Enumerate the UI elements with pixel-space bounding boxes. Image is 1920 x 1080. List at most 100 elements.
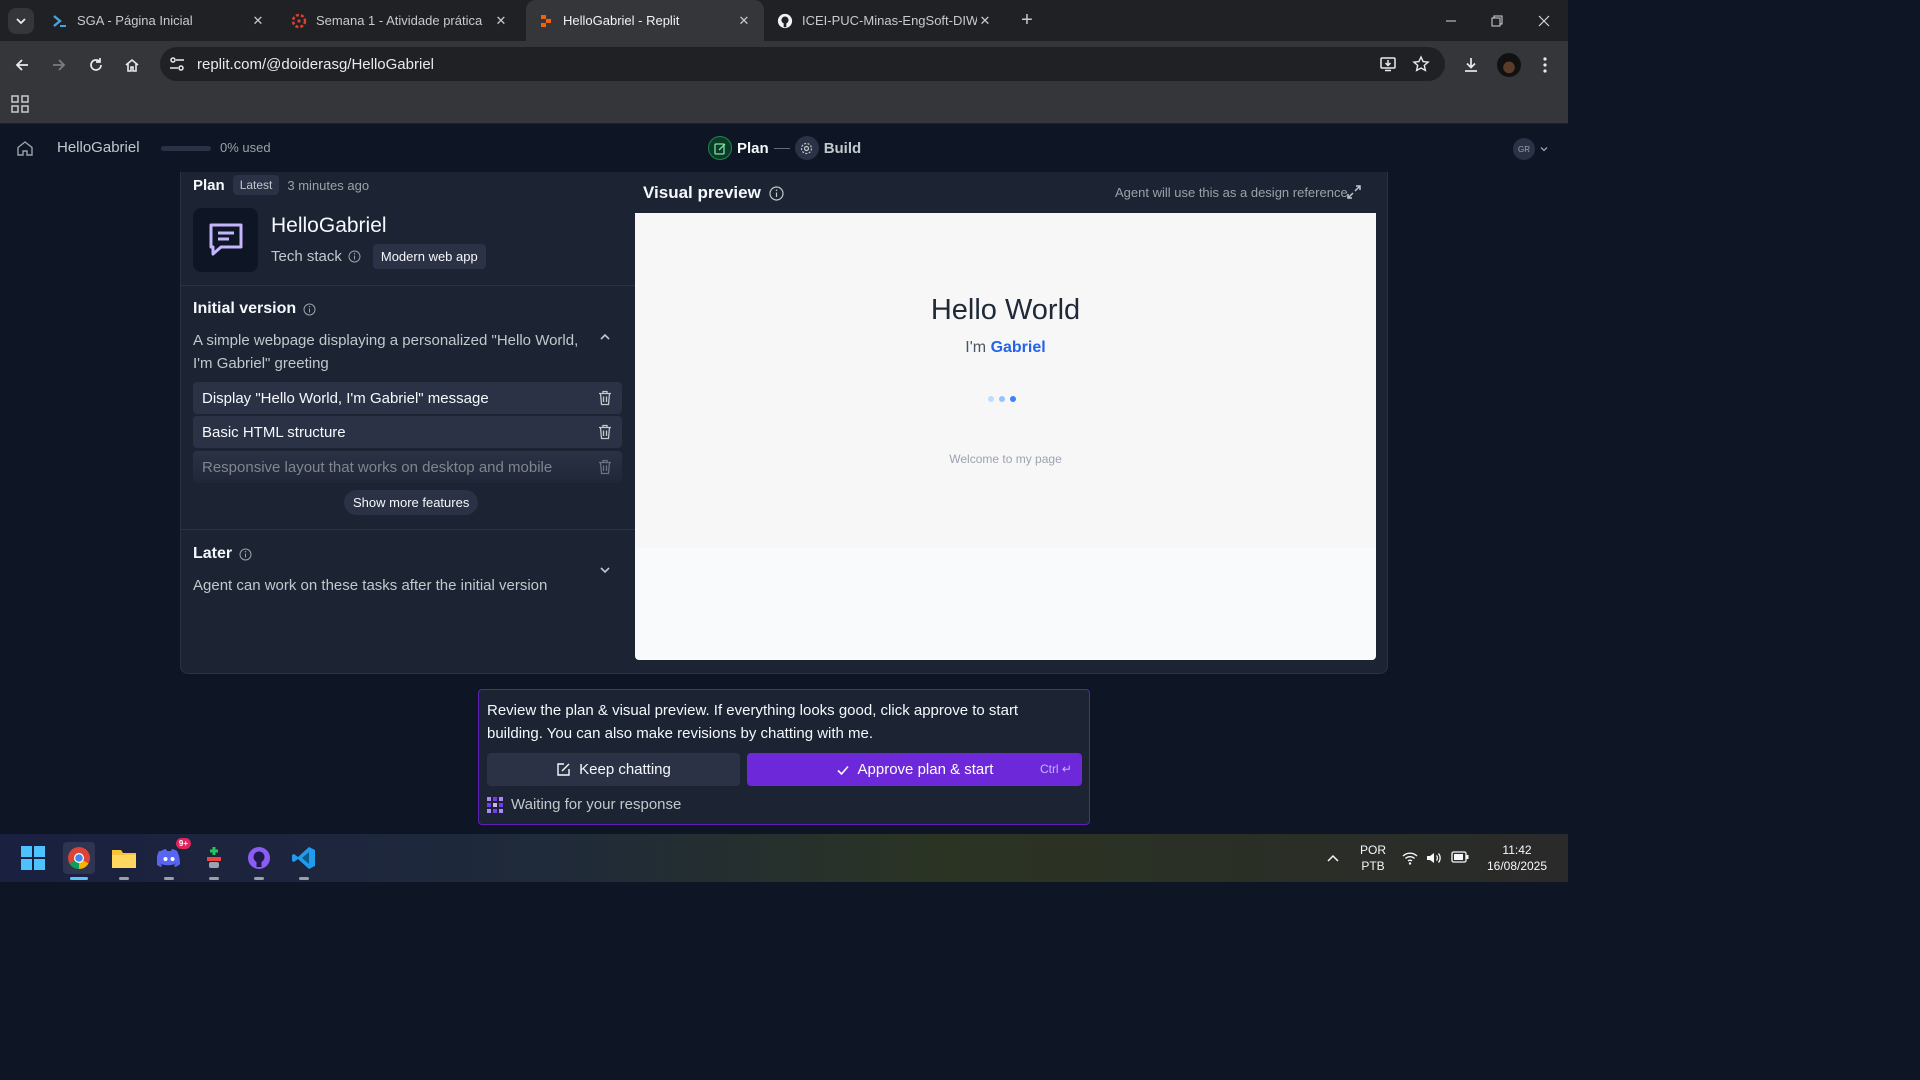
browser-tab-github[interactable]: ICEI-PUC-Minas-EngSoft-DIW/t ✕ xyxy=(765,0,1005,41)
preview-loading-dots xyxy=(988,396,1016,402)
info-icon[interactable] xyxy=(239,548,252,561)
replit-header: HelloGabriel 0% used Plan Build GR xyxy=(0,124,1568,172)
app-name: HelloGabriel xyxy=(271,214,387,237)
reload-icon xyxy=(90,58,102,71)
close-tab-icon[interactable]: ✕ xyxy=(250,13,266,29)
site-info-icon[interactable] xyxy=(168,55,186,73)
install-app-icon[interactable] xyxy=(1379,55,1397,73)
app-tool-icon xyxy=(207,847,221,868)
approve-plan-button[interactable]: Approve plan & start Ctrl ↵ xyxy=(747,753,1082,786)
keyboard-layout: PTB xyxy=(1361,859,1385,873)
bookmark-star-icon[interactable] xyxy=(1412,55,1430,73)
chat-message-icon xyxy=(209,223,242,256)
arrow-left-icon xyxy=(15,59,28,71)
close-tab-icon[interactable]: ✕ xyxy=(736,13,752,29)
feature-label: Basic HTML structure xyxy=(202,423,346,441)
check-icon xyxy=(836,765,849,775)
wifi-icon[interactable] xyxy=(1402,851,1418,865)
taskbar-vscode[interactable] xyxy=(288,842,320,880)
taskbar-github-desktop[interactable] xyxy=(243,842,275,880)
close-tab-icon[interactable]: ✕ xyxy=(493,13,509,29)
taskbar-discord[interactable]: 9+ xyxy=(153,838,191,880)
running-indicator xyxy=(209,877,219,880)
section-divider xyxy=(181,529,635,530)
feature-label: Display "Hello World, I'm Gabriel" messa… xyxy=(202,389,489,407)
battery-icon[interactable] xyxy=(1451,850,1469,864)
later-heading: Later xyxy=(193,545,252,563)
keep-chatting-button[interactable]: Keep chatting xyxy=(487,753,740,786)
restore-window-button[interactable] xyxy=(1474,0,1520,41)
feature-item: Display "Hello World, I'm Gabriel" messa… xyxy=(193,382,622,414)
taskbar-file-explorer[interactable] xyxy=(108,842,140,880)
expand-icon[interactable] xyxy=(1346,184,1362,200)
clock[interactable]: 11:42 16/08/2025 xyxy=(1478,842,1556,874)
home-icon xyxy=(125,58,139,72)
start-button[interactable] xyxy=(17,842,49,874)
browser-menu-button[interactable] xyxy=(1533,53,1557,77)
address-bar[interactable]: replit.com/@doiderasg/HelloGabriel xyxy=(160,47,1445,81)
home-button[interactable] xyxy=(118,51,146,79)
browser-tab-replit[interactable]: HelloGabriel - Replit ✕ xyxy=(526,0,764,41)
project-name[interactable]: HelloGabriel xyxy=(57,139,140,156)
apps-grid-icon[interactable] xyxy=(11,95,29,113)
browser-profile-avatar[interactable] xyxy=(1497,53,1521,77)
build-step-icon[interactable] xyxy=(794,136,819,160)
usage-progress-bar xyxy=(161,146,211,151)
preview-name: Gabriel xyxy=(990,339,1046,356)
preview-im-prefix: I'm xyxy=(965,339,987,356)
browser-tab-sga[interactable]: SGA - Página Inicial ✕ xyxy=(40,0,278,41)
plan-header: Plan Latest 3 minutes ago xyxy=(193,175,369,195)
plan-step-label[interactable]: Plan xyxy=(737,140,769,157)
language-code: POR xyxy=(1359,843,1386,857)
taskbar-chrome[interactable] xyxy=(63,842,95,880)
build-step-label[interactable]: Build xyxy=(824,140,862,157)
feature-label: Responsive layout that works on desktop … xyxy=(202,458,553,476)
new-tab-button[interactable]: + xyxy=(1016,9,1038,31)
keep-chatting-label: Keep chatting xyxy=(579,761,671,778)
chevron-up-icon[interactable] xyxy=(1326,852,1340,864)
url-text: replit.com/@doiderasg/HelloGabriel xyxy=(197,56,434,73)
sga-favicon-icon xyxy=(52,13,68,29)
trash-icon[interactable] xyxy=(598,390,612,406)
replit-favicon-icon xyxy=(538,13,554,29)
active-indicator xyxy=(70,877,88,880)
info-icon[interactable] xyxy=(303,303,316,316)
info-icon[interactable] xyxy=(348,250,361,263)
user-menu[interactable]: GR xyxy=(1513,137,1551,161)
close-window-button[interactable] xyxy=(1521,0,1567,41)
avatar: GR xyxy=(1513,138,1535,160)
close-tab-icon[interactable]: ✕ xyxy=(977,13,993,29)
minimize-window-button[interactable] xyxy=(1428,0,1474,41)
trash-icon[interactable] xyxy=(598,424,612,440)
running-indicator xyxy=(119,877,129,880)
latest-badge: Latest xyxy=(232,175,280,195)
input-language[interactable]: POR PTB xyxy=(1358,842,1388,874)
home-icon[interactable] xyxy=(16,139,34,157)
trash-icon[interactable] xyxy=(598,459,612,475)
folder-icon xyxy=(112,850,136,868)
show-more-features-button[interactable]: Show more features xyxy=(344,490,479,515)
plan-step-icon[interactable] xyxy=(708,136,732,160)
tab-search-button[interactable] xyxy=(8,8,34,34)
forward-button[interactable] xyxy=(45,51,73,79)
chevron-up-icon[interactable] xyxy=(598,330,612,344)
usage-text: 0% used xyxy=(220,140,271,155)
preview-hero xyxy=(635,213,1376,548)
running-indicator xyxy=(299,877,309,880)
taskbar-app[interactable] xyxy=(198,842,230,880)
info-icon[interactable] xyxy=(769,185,784,201)
plan-panel: Plan Latest 3 minutes ago HelloGabriel T… xyxy=(180,172,1388,674)
browser-toolbar: replit.com/@doiderasg/HelloGabriel xyxy=(0,41,1568,88)
volume-icon[interactable] xyxy=(1426,850,1442,866)
reload-button[interactable] xyxy=(82,51,110,79)
browser-tab-semana[interactable]: Semana 1 - Atividade prática ✕ xyxy=(279,0,521,41)
back-button[interactable] xyxy=(8,51,36,79)
downloads-button[interactable] xyxy=(1459,53,1483,77)
stepper-connector xyxy=(773,147,790,149)
chevron-down-icon[interactable] xyxy=(598,563,612,577)
running-indicator xyxy=(254,877,264,880)
plan-column: Plan Latest 3 minutes ago HelloGabriel T… xyxy=(181,172,635,673)
running-indicator xyxy=(164,877,174,880)
initial-version-heading: Initial version xyxy=(193,300,316,318)
dot xyxy=(999,396,1005,402)
